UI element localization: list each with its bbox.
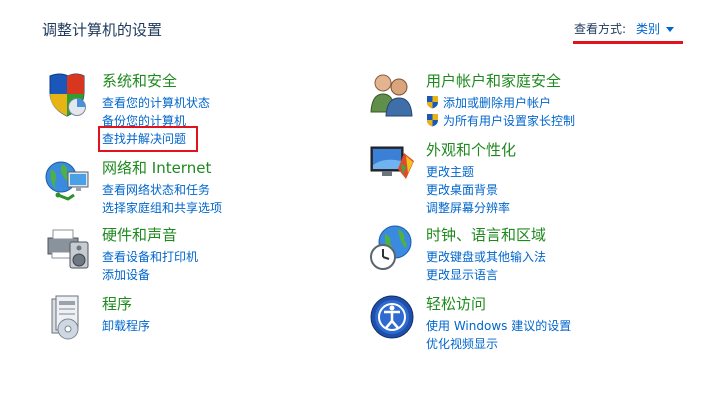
link-add-device[interactable]: 添加设备 bbox=[102, 266, 198, 284]
clock-language-icon bbox=[370, 225, 412, 270]
category-title[interactable]: 时钟、语言和区域 bbox=[426, 224, 546, 245]
link-view-computer-status[interactable]: 查看您的计算机状态 bbox=[102, 94, 210, 112]
page-title: 调整计算机的设置 bbox=[42, 21, 163, 39]
link-change-background[interactable]: 更改桌面背景 bbox=[426, 181, 510, 199]
link-view-network-status[interactable]: 查看网络状态和任务 bbox=[102, 181, 222, 199]
link-parental-controls[interactable]: 为所有用户设置家长控制 bbox=[426, 112, 575, 130]
appearance-icon bbox=[370, 146, 414, 179]
link-optimize-display[interactable]: 优化视频显示 bbox=[426, 335, 571, 353]
link-change-theme[interactable]: 更改主题 bbox=[426, 163, 510, 181]
link-screen-resolution[interactable]: 调整屏幕分辨率 bbox=[426, 199, 510, 217]
uac-shield-icon bbox=[427, 96, 438, 109]
control-panel: 调整计算机的设置 查看方式: 类别 系统和安全 查看您的计算机状态 备份您的计算机… bbox=[0, 0, 714, 410]
link-recommended-settings[interactable]: 使用 Windows 建议的设置 bbox=[426, 317, 571, 335]
category-title[interactable]: 网络和 Internet bbox=[102, 157, 211, 178]
link-homegroup-sharing[interactable]: 选择家庭组和共享选项 bbox=[102, 199, 222, 217]
uac-shield-icon bbox=[427, 114, 438, 127]
view-by-dropdown[interactable]: 类别 bbox=[636, 22, 660, 36]
ease-of-access-icon bbox=[370, 295, 414, 339]
link-text: 为所有用户设置家长控制 bbox=[443, 114, 576, 128]
category-title[interactable]: 硬件和声音 bbox=[102, 224, 177, 245]
category-title[interactable]: 程序 bbox=[102, 293, 132, 314]
link-devices-printers[interactable]: 查看设备和打印机 bbox=[102, 248, 198, 266]
network-icon bbox=[45, 161, 89, 201]
hardware-sound-icon bbox=[47, 229, 89, 269]
view-by-label: 查看方式: bbox=[574, 22, 627, 36]
link-change-display-language[interactable]: 更改显示语言 bbox=[426, 266, 546, 284]
category-title[interactable]: 轻松访问 bbox=[426, 293, 486, 314]
troubleshoot-highlight-box bbox=[98, 126, 198, 152]
category-title[interactable]: 用户帐户和家庭安全 bbox=[426, 70, 561, 91]
user-accounts-icon bbox=[370, 74, 413, 117]
programs-icon bbox=[51, 295, 79, 340]
view-by-underline bbox=[573, 41, 683, 44]
view-by: 查看方式: 类别 bbox=[574, 20, 675, 42]
link-text: 添加或删除用户帐户 bbox=[443, 96, 552, 110]
chevron-down-icon[interactable] bbox=[666, 27, 675, 32]
category-title[interactable]: 系统和安全 bbox=[102, 70, 177, 91]
link-uninstall-program[interactable]: 卸载程序 bbox=[102, 317, 150, 335]
link-change-input-method[interactable]: 更改键盘或其他输入法 bbox=[426, 248, 546, 266]
system-security-icon bbox=[49, 73, 86, 117]
category-title[interactable]: 外观和个性化 bbox=[426, 139, 516, 160]
link-add-remove-accounts[interactable]: 添加或删除用户帐户 bbox=[426, 94, 575, 112]
